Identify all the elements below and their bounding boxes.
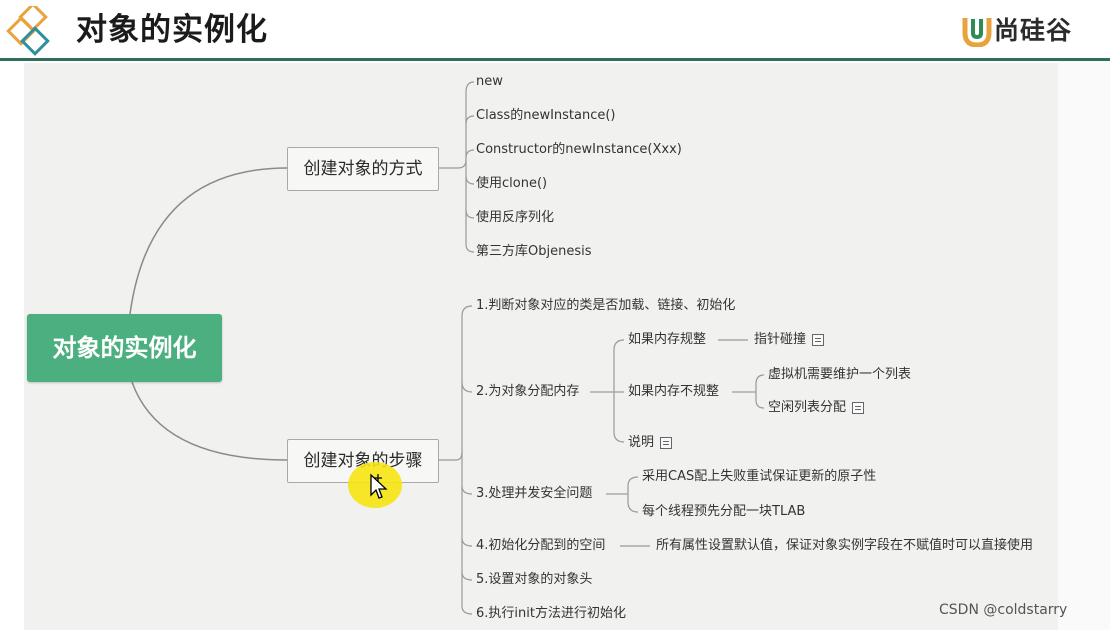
step-6-init-method[interactable]: 6.执行init方法进行初始化	[476, 605, 626, 623]
watermark: CSDN @coldstarry	[939, 602, 1068, 618]
step-3-concurrency[interactable]: 3.处理并发安全问题	[476, 485, 592, 503]
memory-irregular[interactable]: 如果内存不规整	[628, 383, 719, 401]
explanation[interactable]: 说明	[628, 434, 673, 452]
mindmap-root-node[interactable]: 对象的实例化	[27, 314, 222, 382]
leaf-new[interactable]: new	[476, 73, 503, 91]
leaf-constructor-newinstance[interactable]: Constructor的newInstance(Xxx)	[476, 141, 682, 159]
cas-retry[interactable]: 采用CAS配上失败重试保证更新的原子性	[642, 468, 876, 486]
memory-regular[interactable]: 如果内存规整	[628, 331, 706, 349]
move-cursor-icon	[370, 473, 388, 499]
free-list-label: 空闲列表分配	[768, 400, 847, 415]
leaf-clone[interactable]: 使用clone()	[476, 175, 547, 193]
note-icon[interactable]	[812, 334, 825, 346]
pointer-bump-label: 指针碰撞	[754, 332, 807, 347]
explanation-label: 说明	[628, 435, 655, 450]
vm-maintain-list[interactable]: 虚拟机需要维护一个列表	[768, 366, 911, 384]
tlab-allocation[interactable]: 每个线程预先分配一块TLAB	[642, 503, 805, 521]
default-values-detail[interactable]: 所有属性设置默认值，保证对象实例字段在不赋值时可以直接使用	[656, 537, 1033, 555]
free-list-allocation[interactable]: 空闲列表分配	[768, 399, 865, 417]
pointer-bump[interactable]: 指针碰撞	[754, 331, 825, 349]
branch-creation-methods[interactable]: 创建对象的方式	[287, 147, 439, 191]
step-1-class-check[interactable]: 1.判断对象对应的类是否加载、链接、初始化	[476, 297, 735, 315]
step-2-allocate-memory[interactable]: 2.为对象分配内存	[476, 383, 579, 401]
leaf-objenesis[interactable]: 第三方库Objenesis	[476, 243, 592, 261]
step-5-object-header[interactable]: 5.设置对象的对象头	[476, 571, 592, 589]
leaf-class-newinstance[interactable]: Class的newInstance()	[476, 107, 616, 125]
note-icon[interactable]	[660, 437, 673, 449]
step-4-init-space[interactable]: 4.初始化分配到的空间	[476, 537, 605, 555]
leaf-deserialization[interactable]: 使用反序列化	[476, 209, 554, 227]
note-icon[interactable]	[852, 402, 865, 414]
